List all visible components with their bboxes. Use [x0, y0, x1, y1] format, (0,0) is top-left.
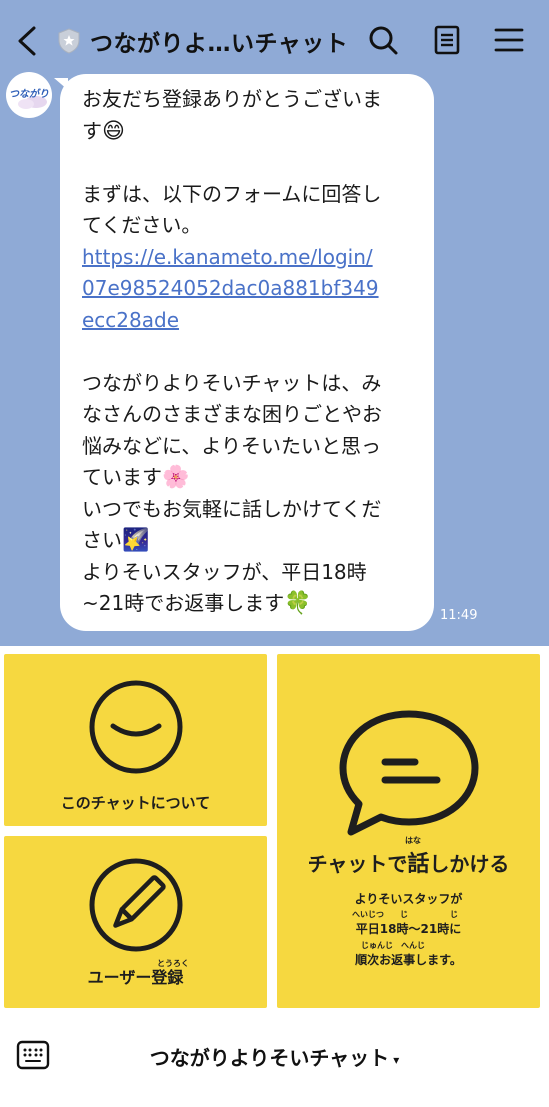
search-icon[interactable]	[367, 24, 399, 56]
menu-icon[interactable]	[493, 24, 525, 56]
cherry-blossom-emoji-icon: 🌸	[162, 465, 190, 490]
shield-icon	[58, 28, 80, 54]
talk-ruby: はな	[405, 836, 421, 845]
notes-icon[interactable]	[431, 24, 463, 56]
chat-title: つながりよ…いチャット	[90, 31, 349, 57]
ruby-ji-1: じ	[400, 910, 408, 919]
user-register-button[interactable]: とうろく ユーザー登録	[4, 836, 267, 1008]
talk-sub-3: 順次お返事します。	[355, 953, 462, 967]
message-time: 11:49	[440, 608, 478, 623]
ruby-ji-2: じ	[450, 910, 458, 919]
msg-greeting-2: す	[82, 118, 102, 143]
rich-menu-toggle[interactable]: つながりよりそいチャット ▾	[0, 1042, 549, 1071]
msg-p7: よりそいスタッフが、平日18時	[82, 559, 367, 584]
msg-form-2: てください。	[82, 213, 202, 237]
about-chat-button[interactable]: このチャットについて	[4, 654, 267, 826]
msg-p4: ています	[82, 465, 162, 489]
talk-label-a: チャットで	[307, 852, 408, 876]
avatar[interactable]: つながり	[6, 72, 52, 118]
speech-bubble-icon	[339, 710, 479, 836]
talk-label-b: 話	[407, 852, 430, 877]
rich-menu-title[interactable]: つながりよりそいチャット	[150, 1046, 389, 1070]
msg-form-1: まずは、以下のフォームに回答し	[82, 181, 382, 206]
avatar-text: つながり	[9, 89, 49, 100]
msg-p8: ~21時でお返事します	[82, 591, 285, 615]
form-link[interactable]: https://e.kanameto.me/login/ 07e98524052…	[82, 245, 379, 332]
pencil-icon	[89, 858, 183, 952]
smiling-face-emoji-icon: 😄	[102, 118, 125, 144]
chat-header: つながりよ…いチャット	[0, 0, 549, 80]
ruby-junji: じゅんじ	[361, 941, 393, 950]
user-register-label: ユーザー登録	[87, 968, 184, 987]
talk-label-c: しかける	[429, 852, 510, 876]
about-chat-label: このチャットについて	[60, 794, 211, 812]
link-part-1[interactable]: https://e.kanameto.me/login/	[82, 245, 373, 269]
ruby-heijitsu: へいじつ	[352, 910, 384, 919]
talk-sub-1: よりそいスタッフが	[354, 892, 463, 906]
msg-p1: つながりよりそいチャットは、み	[82, 370, 382, 395]
msg-p2: なさんのさまざまな困りごとやお	[82, 402, 382, 426]
link-part-2[interactable]: 07e98524052dac0a881bf349	[82, 276, 379, 300]
chat-area: つながりよ…いチャット つながり お友だち登録ありがとうございま す😄 まずは、…	[0, 0, 549, 646]
link-part-3[interactable]: ecc28ade	[82, 308, 179, 332]
msg-p5: いつでもお気軽に話しかけてくだ	[82, 496, 382, 521]
msg-greeting: お友だち登録ありがとうございま	[82, 87, 382, 111]
rich-menu: このチャットについて とうろく ユーザー登録 はな チャットで話しかける よりそ…	[0, 646, 549, 1014]
bottom-bar: つながりよりそいチャット ▾	[0, 1014, 549, 1107]
msg-p3: 悩みなどに、よりそいたいと思っ	[82, 433, 381, 458]
message-text: お友だち登録ありがとうございま す😄 まずは、以下のフォームに回答し てください…	[82, 84, 422, 620]
start-chat-button[interactable]: はな チャットで話しかける よりそいスタッフが へいじつ じ じ 平日18時～2…	[277, 654, 540, 1008]
talk-sub-2: 平日18時～21時に	[355, 922, 462, 936]
start-chat-label: チャットで話しかける	[277, 846, 540, 878]
back-arrow-icon[interactable]	[14, 24, 42, 58]
shooting-star-emoji-icon: 🌠	[122, 528, 150, 553]
ruby-henji: へんじ	[401, 941, 425, 950]
msg-p6: さい	[82, 528, 122, 552]
smile-face-icon	[89, 680, 183, 774]
caret-down-icon[interactable]: ▾	[393, 1053, 399, 1067]
four-leaf-clover-emoji-icon: 🍀	[284, 591, 312, 616]
